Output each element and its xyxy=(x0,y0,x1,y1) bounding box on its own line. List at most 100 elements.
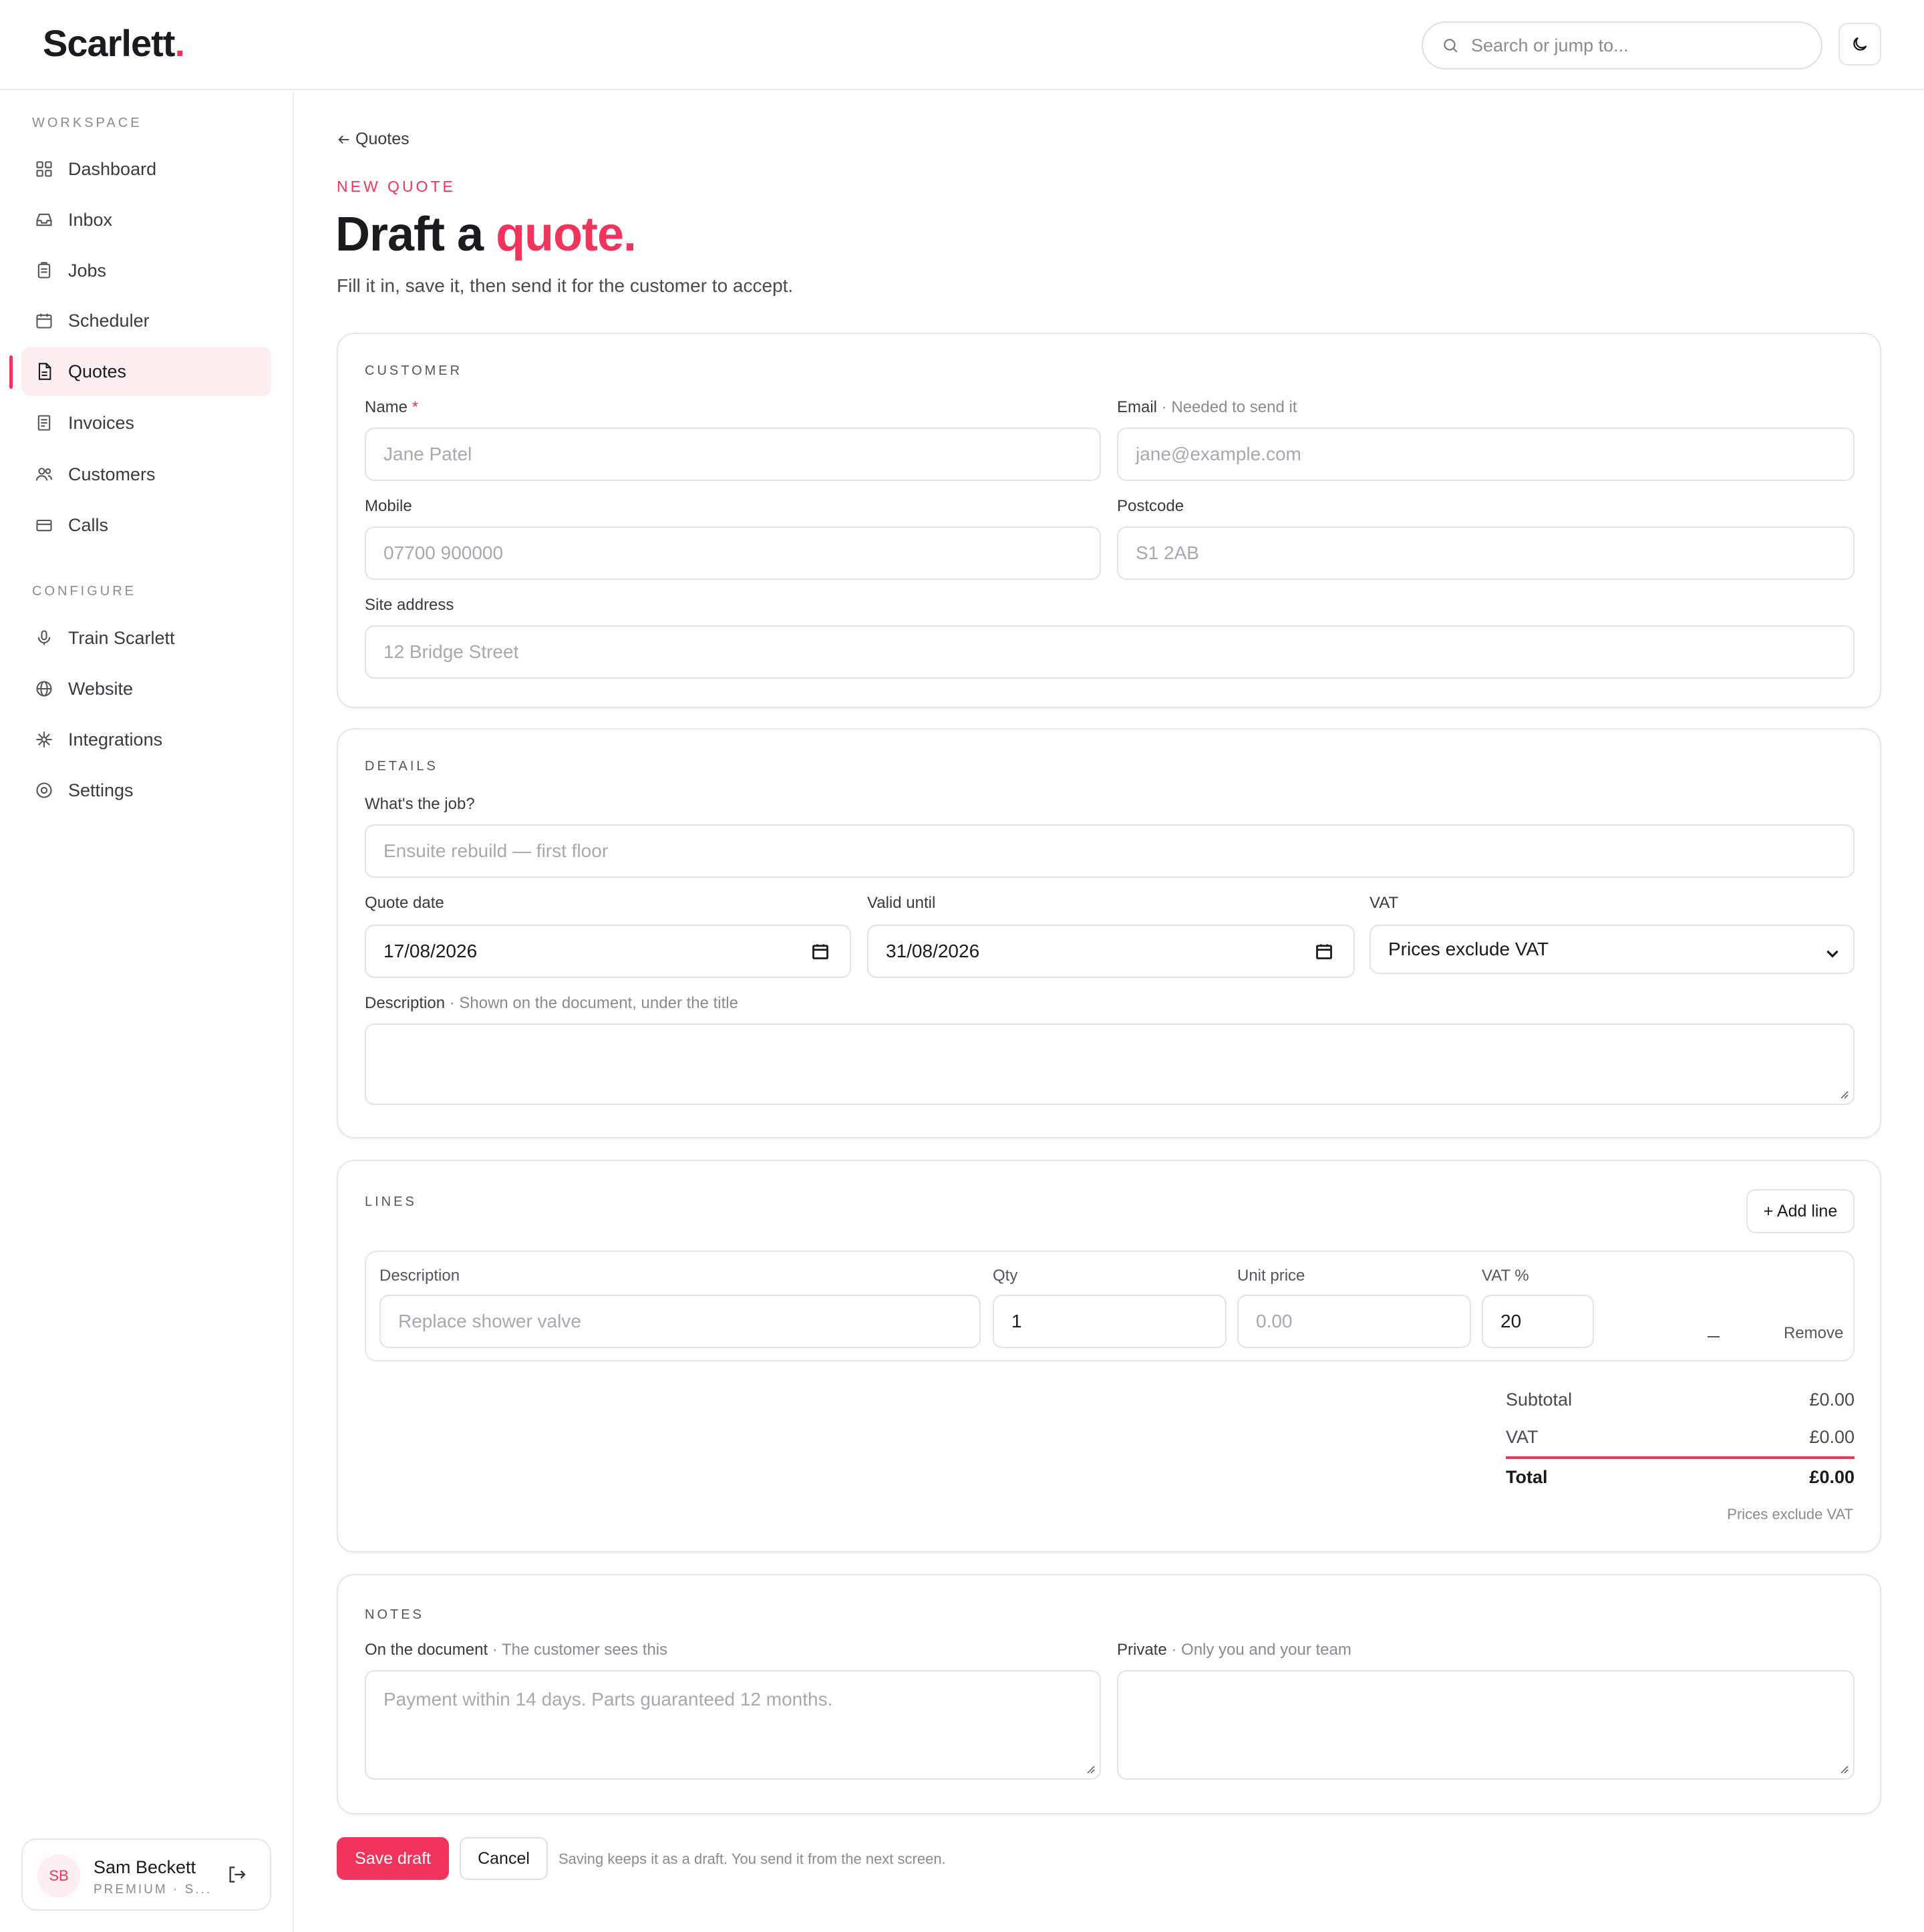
document-icon xyxy=(38,363,51,380)
private-notes-label: Private · Only you and your team xyxy=(1117,1641,1351,1659)
chevron-down-icon xyxy=(1826,950,1838,958)
search-placeholder: Search or jump to... xyxy=(1471,35,1629,55)
sidebar-item-label: Inbox xyxy=(68,209,113,230)
details-section-label: DETAILS xyxy=(365,759,438,774)
page-eyebrow: NEW QUOTE xyxy=(337,178,456,195)
valid-until-label: Valid until xyxy=(867,894,936,912)
user-card[interactable]: SB Sam Beckett PREMIUM · S... xyxy=(21,1838,271,1911)
theme-toggle-button[interactable] xyxy=(1838,23,1881,65)
sidebar-item-integrations[interactable]: Integrations xyxy=(21,715,271,764)
back-link[interactable]: Quotes xyxy=(337,130,410,149)
sidebar-item-scheduler[interactable]: Scheduler xyxy=(21,296,271,345)
valid-until-input[interactable]: 31/08/2026 xyxy=(867,925,1355,978)
calendar-icon[interactable] xyxy=(811,942,830,961)
quote-date-value: 17/08/2026 xyxy=(383,941,478,961)
save-draft-button[interactable]: Save draft xyxy=(337,1837,449,1880)
doc-notes-hint: · The customer sees this xyxy=(488,1641,668,1659)
description-textarea[interactable] xyxy=(365,1023,1855,1105)
col-vat-label: VAT % xyxy=(1482,1267,1529,1285)
line-total-dash xyxy=(1708,1336,1720,1337)
moon-icon xyxy=(1853,37,1867,51)
sidebar-item-label: Quotes xyxy=(68,361,127,381)
customer-mobile-input[interactable]: 07700 900000 xyxy=(365,526,1101,580)
customer-email-input[interactable]: jane@example.com xyxy=(1117,428,1855,481)
sidebar-item-customers[interactable]: Customers xyxy=(21,450,271,499)
globe-icon xyxy=(36,681,52,697)
resize-handle-icon[interactable] xyxy=(1085,1764,1096,1774)
sidebar-item-calls[interactable]: Calls xyxy=(21,500,271,550)
vat-select[interactable]: Prices exclude VAT xyxy=(1370,925,1855,974)
doc-notes-label-text: On the document xyxy=(365,1641,488,1659)
description-hint: · Shown on the document, under the title xyxy=(445,994,738,1012)
notes-card: NOTES On the document · The customer see… xyxy=(337,1574,1881,1814)
required-marker: * xyxy=(412,398,419,416)
sidebar-item-label: Settings xyxy=(68,780,134,800)
line-qty-input[interactable]: 1 xyxy=(993,1295,1227,1348)
customer-name-input[interactable]: Jane Patel xyxy=(365,428,1101,481)
sidebar-item-label: Customers xyxy=(68,464,156,484)
search-input[interactable]: Search or jump to... xyxy=(1422,21,1822,69)
logo-dot: . xyxy=(174,22,185,64)
email-hint: · Needed to send it xyxy=(1157,398,1297,416)
lines-card: LINES + Add line Description Qty Unit pr… xyxy=(337,1160,1881,1553)
arrow-left-icon xyxy=(338,135,349,144)
private-notes-textarea[interactable] xyxy=(1117,1670,1855,1780)
grid-icon xyxy=(36,161,52,177)
name-label: Name * xyxy=(365,398,418,417)
user-plan: PREMIUM · S... xyxy=(94,1883,212,1897)
subtotal-value: £0.00 xyxy=(1809,1390,1855,1410)
sidebar-item-invoices[interactable]: Invoices xyxy=(21,398,271,448)
line-description-input[interactable]: Replace shower valve xyxy=(379,1295,981,1348)
job-title-input[interactable]: Ensuite rebuild — first floor xyxy=(365,824,1855,878)
vat-total-value: £0.00 xyxy=(1809,1427,1855,1447)
sidebar-item-dashboard[interactable]: Dashboard xyxy=(21,144,271,194)
configure-section-label: CONFIGURE xyxy=(32,584,136,599)
microphone-icon xyxy=(37,630,51,645)
remove-line-button[interactable]: Remove xyxy=(1784,1324,1843,1343)
site-address-label: Site address xyxy=(365,596,454,614)
line-vat-input[interactable]: 20 xyxy=(1482,1295,1594,1348)
vat-label: VAT xyxy=(1370,894,1399,912)
sidebar-item-train-scarlett[interactable]: Train Scarlett xyxy=(21,613,271,663)
total-label: Total xyxy=(1506,1467,1548,1487)
sidebar-item-inbox[interactable]: Inbox xyxy=(21,195,271,245)
doc-notes-placeholder: Payment within 14 days. Parts guaranteed… xyxy=(383,1689,833,1710)
sidebar-item-jobs[interactable]: Jobs xyxy=(21,246,271,295)
total-value: £0.00 xyxy=(1809,1467,1855,1487)
description-label-text: Description xyxy=(365,994,446,1012)
col-unit-price-label: Unit price xyxy=(1237,1267,1305,1285)
calendar-icon[interactable] xyxy=(1315,942,1333,961)
logo-text: Scarlett xyxy=(43,22,175,64)
line-unit-price-input[interactable]: 0.00 xyxy=(1237,1295,1471,1348)
resize-handle-icon[interactable] xyxy=(1838,1089,1849,1100)
private-notes-label-text: Private xyxy=(1117,1641,1167,1659)
phone-icon xyxy=(36,519,52,532)
mobile-label: Mobile xyxy=(365,497,412,515)
add-line-button[interactable]: + Add line xyxy=(1746,1189,1855,1233)
doc-notes-textarea[interactable]: Payment within 14 days. Parts guaranteed… xyxy=(365,1670,1101,1780)
inbox-icon xyxy=(36,213,52,226)
customer-postcode-input[interactable]: S1 2AB xyxy=(1117,526,1855,580)
cancel-button[interactable]: Cancel xyxy=(460,1837,548,1880)
site-address-input[interactable]: 12 Bridge Street xyxy=(365,625,1855,679)
back-link-label: Quotes xyxy=(355,130,410,148)
sparkle-icon xyxy=(36,732,52,748)
sidebar-item-quotes[interactable]: Quotes xyxy=(21,347,271,396)
totals-divider xyxy=(1506,1456,1855,1459)
resize-handle-icon[interactable] xyxy=(1838,1764,1849,1774)
quote-date-input[interactable]: 17/08/2026 xyxy=(365,925,851,978)
search-icon xyxy=(1444,39,1458,53)
name-label-text: Name xyxy=(365,398,408,416)
sidebar-item-settings[interactable]: Settings xyxy=(21,766,271,815)
total-row: Total £0.00 xyxy=(1506,1467,1855,1488)
vat-row: VAT £0.00 xyxy=(1506,1427,1855,1448)
settings-icon xyxy=(36,782,52,798)
logout-icon[interactable] xyxy=(226,1864,247,1885)
sidebar-item-label: Jobs xyxy=(68,260,107,281)
col-description-label: Description xyxy=(379,1267,460,1285)
notes-section-label: NOTES xyxy=(365,1607,424,1622)
app-logo[interactable]: Scarlett. xyxy=(43,21,185,65)
quote-date-label: Quote date xyxy=(365,894,444,912)
private-notes-hint: · Only you and your team xyxy=(1166,1641,1351,1659)
sidebar-item-website[interactable]: Website xyxy=(21,664,271,713)
